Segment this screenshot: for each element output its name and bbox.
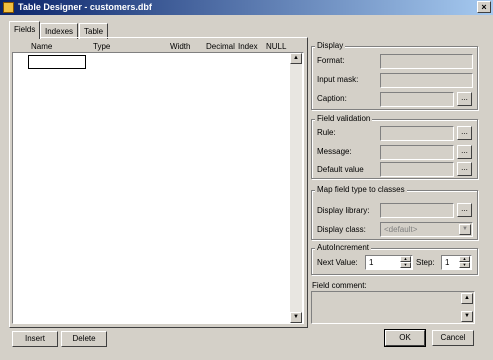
field-comment-textarea[interactable]: ▲ ▼: [311, 291, 475, 324]
step-text: 1: [445, 258, 450, 267]
format-field[interactable]: [380, 54, 473, 69]
map-classes-title: Map field type to classes: [315, 185, 407, 194]
tab-fields-label: Fields: [14, 25, 36, 34]
rule-field[interactable]: [380, 126, 454, 141]
app-icon: [3, 2, 14, 13]
display-library-label: Display library:: [317, 206, 370, 215]
caption-field[interactable]: [380, 92, 454, 107]
next-value-spinner[interactable]: 1 ▲ ▼: [365, 255, 413, 270]
default-value-builder-button[interactable]: ...: [457, 162, 472, 176]
default-value-field[interactable]: [380, 162, 454, 177]
grid-vertical-scrollbar[interactable]: ▲ ▼: [290, 53, 302, 323]
next-value-label: Next Value:: [317, 258, 358, 267]
column-header-decimal[interactable]: Decimal: [206, 42, 235, 51]
autoincrement-title: AutoIncrement: [315, 243, 372, 252]
tab-indexes-label: Indexes: [45, 27, 74, 36]
fields-grid[interactable]: [12, 52, 304, 324]
column-header-null[interactable]: NULL: [266, 42, 286, 51]
next-value-text: 1: [369, 258, 374, 267]
name-cell-editor[interactable]: [28, 55, 86, 69]
display-class-value: <default>: [384, 225, 418, 234]
caption-label: Caption:: [317, 94, 347, 103]
tab-fields[interactable]: Fields: [9, 21, 41, 39]
message-field[interactable]: [380, 145, 454, 160]
tab-table-label: Table: [84, 27, 104, 36]
insert-button[interactable]: Insert: [12, 331, 58, 347]
input-mask-label: Input mask:: [317, 75, 359, 84]
column-header-width[interactable]: Width: [170, 42, 190, 51]
display-class-combo[interactable]: <default> ▼: [380, 222, 473, 237]
scroll-up-icon[interactable]: ▲: [461, 293, 473, 304]
message-label: Message:: [317, 147, 352, 156]
field-comment-label: Field comment:: [312, 281, 367, 290]
caption-builder-button[interactable]: ...: [457, 92, 472, 106]
title-bar[interactable]: Table Designer - customers.dbf ×: [0, 0, 493, 15]
display-class-label: Display class:: [317, 225, 366, 234]
column-header-name[interactable]: Name: [31, 42, 52, 51]
rule-label: Rule:: [317, 128, 336, 137]
step-spinner[interactable]: 1 ▲ ▼: [441, 255, 472, 270]
message-builder-button[interactable]: ...: [457, 145, 472, 159]
column-header-type[interactable]: Type: [93, 42, 110, 51]
display-group-title: Display: [315, 41, 346, 50]
display-library-builder-button[interactable]: ...: [457, 203, 472, 217]
delete-button[interactable]: Delete: [61, 331, 107, 347]
chevron-down-icon[interactable]: ▼: [459, 224, 471, 235]
scroll-down-icon[interactable]: ▼: [461, 311, 473, 322]
spin-down-icon[interactable]: ▼: [459, 262, 470, 268]
ok-button[interactable]: OK: [384, 329, 426, 347]
column-header-index[interactable]: Index: [238, 42, 258, 51]
input-mask-field[interactable]: [380, 73, 473, 88]
field-validation-title: Field validation: [315, 114, 373, 123]
scroll-up-icon[interactable]: ▲: [290, 53, 302, 64]
display-library-field[interactable]: [380, 203, 454, 218]
step-label: Step:: [416, 258, 435, 267]
window-title: Table Designer - customers.dbf: [18, 2, 152, 12]
default-value-label: Default value: [317, 165, 364, 174]
rule-builder-button[interactable]: ...: [457, 126, 472, 140]
cancel-button[interactable]: Cancel: [432, 330, 474, 346]
close-button[interactable]: ×: [477, 1, 491, 13]
scroll-down-icon[interactable]: ▼: [290, 312, 302, 323]
spin-down-icon[interactable]: ▼: [400, 262, 411, 268]
format-label: Format:: [317, 56, 345, 65]
